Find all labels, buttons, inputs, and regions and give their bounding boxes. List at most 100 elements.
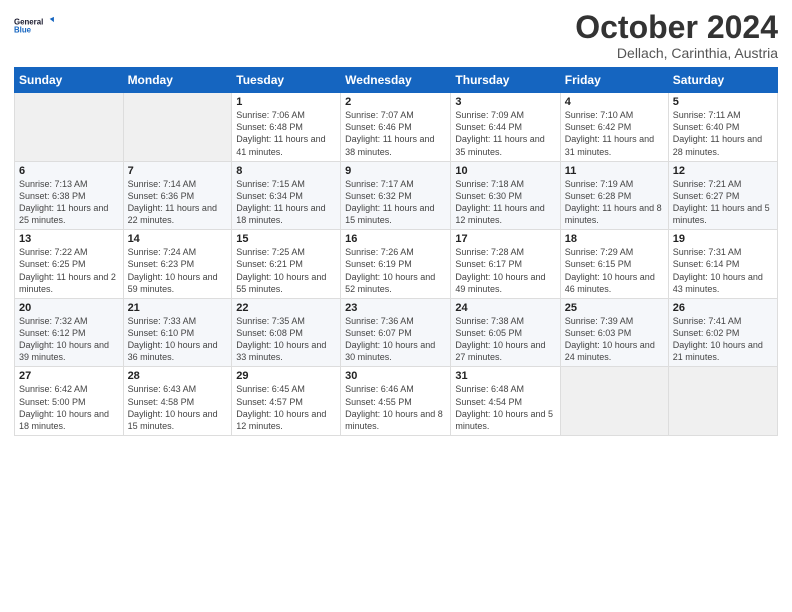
day-number: 21 — [128, 302, 228, 314]
col-thursday: Thursday — [451, 68, 560, 93]
location: Dellach, Carinthia, Austria — [575, 45, 778, 61]
month-title: October 2024 — [575, 10, 778, 45]
calendar-cell: 18Sunrise: 7:29 AM Sunset: 6:15 PM Dayli… — [560, 230, 668, 299]
col-monday: Monday — [123, 68, 232, 93]
day-info: Sunrise: 7:09 AM Sunset: 6:44 PM Dayligh… — [455, 109, 555, 158]
day-info: Sunrise: 6:48 AM Sunset: 4:54 PM Dayligh… — [455, 383, 555, 432]
calendar-cell: 6Sunrise: 7:13 AM Sunset: 6:38 PM Daylig… — [15, 161, 124, 230]
day-info: Sunrise: 7:13 AM Sunset: 6:38 PM Dayligh… — [19, 178, 119, 227]
calendar-cell: 21Sunrise: 7:33 AM Sunset: 6:10 PM Dayli… — [123, 298, 232, 367]
calendar-cell: 26Sunrise: 7:41 AM Sunset: 6:02 PM Dayli… — [668, 298, 777, 367]
day-number: 29 — [236, 370, 336, 382]
day-info: Sunrise: 7:22 AM Sunset: 6:25 PM Dayligh… — [19, 246, 119, 295]
calendar-week-row: 13Sunrise: 7:22 AM Sunset: 6:25 PM Dayli… — [15, 230, 778, 299]
logo: General Blue — [14, 10, 56, 42]
day-number: 10 — [455, 165, 555, 177]
day-info: Sunrise: 7:38 AM Sunset: 6:05 PM Dayligh… — [455, 315, 555, 364]
day-info: Sunrise: 7:19 AM Sunset: 6:28 PM Dayligh… — [565, 178, 664, 227]
col-sunday: Sunday — [15, 68, 124, 93]
day-info: Sunrise: 7:21 AM Sunset: 6:27 PM Dayligh… — [673, 178, 773, 227]
day-info: Sunrise: 7:10 AM Sunset: 6:42 PM Dayligh… — [565, 109, 664, 158]
calendar-cell: 10Sunrise: 7:18 AM Sunset: 6:30 PM Dayli… — [451, 161, 560, 230]
day-number: 28 — [128, 370, 228, 382]
day-number: 31 — [455, 370, 555, 382]
calendar-cell: 22Sunrise: 7:35 AM Sunset: 6:08 PM Dayli… — [232, 298, 341, 367]
logo-icon: General Blue — [14, 10, 56, 42]
calendar-cell: 7Sunrise: 7:14 AM Sunset: 6:36 PM Daylig… — [123, 161, 232, 230]
calendar-cell — [668, 367, 777, 436]
day-number: 8 — [236, 165, 336, 177]
day-info: Sunrise: 6:42 AM Sunset: 5:00 PM Dayligh… — [19, 383, 119, 432]
calendar-cell: 8Sunrise: 7:15 AM Sunset: 6:34 PM Daylig… — [232, 161, 341, 230]
day-info: Sunrise: 7:35 AM Sunset: 6:08 PM Dayligh… — [236, 315, 336, 364]
calendar-table: Sunday Monday Tuesday Wednesday Thursday… — [14, 67, 778, 436]
calendar-cell: 25Sunrise: 7:39 AM Sunset: 6:03 PM Dayli… — [560, 298, 668, 367]
calendar-cell — [123, 93, 232, 162]
calendar-cell: 2Sunrise: 7:07 AM Sunset: 6:46 PM Daylig… — [341, 93, 451, 162]
col-wednesday: Wednesday — [341, 68, 451, 93]
day-info: Sunrise: 6:43 AM Sunset: 4:58 PM Dayligh… — [128, 383, 228, 432]
day-number: 23 — [345, 302, 446, 314]
day-info: Sunrise: 7:25 AM Sunset: 6:21 PM Dayligh… — [236, 246, 336, 295]
day-number: 30 — [345, 370, 446, 382]
calendar-cell: 5Sunrise: 7:11 AM Sunset: 6:40 PM Daylig… — [668, 93, 777, 162]
day-number: 20 — [19, 302, 119, 314]
calendar-cell: 1Sunrise: 7:06 AM Sunset: 6:48 PM Daylig… — [232, 93, 341, 162]
calendar-cell: 16Sunrise: 7:26 AM Sunset: 6:19 PM Dayli… — [341, 230, 451, 299]
col-friday: Friday — [560, 68, 668, 93]
day-info: Sunrise: 6:45 AM Sunset: 4:57 PM Dayligh… — [236, 383, 336, 432]
day-number: 27 — [19, 370, 119, 382]
calendar-header-row: Sunday Monday Tuesday Wednesday Thursday… — [15, 68, 778, 93]
calendar-cell: 30Sunrise: 6:46 AM Sunset: 4:55 PM Dayli… — [341, 367, 451, 436]
calendar-cell: 17Sunrise: 7:28 AM Sunset: 6:17 PM Dayli… — [451, 230, 560, 299]
day-number: 7 — [128, 165, 228, 177]
svg-text:Blue: Blue — [14, 26, 32, 35]
day-number: 6 — [19, 165, 119, 177]
day-number: 3 — [455, 96, 555, 108]
calendar-cell: 29Sunrise: 6:45 AM Sunset: 4:57 PM Dayli… — [232, 367, 341, 436]
day-number: 9 — [345, 165, 446, 177]
calendar-cell: 27Sunrise: 6:42 AM Sunset: 5:00 PM Dayli… — [15, 367, 124, 436]
calendar-cell: 20Sunrise: 7:32 AM Sunset: 6:12 PM Dayli… — [15, 298, 124, 367]
calendar-cell: 3Sunrise: 7:09 AM Sunset: 6:44 PM Daylig… — [451, 93, 560, 162]
day-info: Sunrise: 7:26 AM Sunset: 6:19 PM Dayligh… — [345, 246, 446, 295]
day-number: 12 — [673, 165, 773, 177]
day-info: Sunrise: 6:46 AM Sunset: 4:55 PM Dayligh… — [345, 383, 446, 432]
day-info: Sunrise: 7:06 AM Sunset: 6:48 PM Dayligh… — [236, 109, 336, 158]
calendar-cell: 24Sunrise: 7:38 AM Sunset: 6:05 PM Dayli… — [451, 298, 560, 367]
day-number: 4 — [565, 96, 664, 108]
day-info: Sunrise: 7:39 AM Sunset: 6:03 PM Dayligh… — [565, 315, 664, 364]
calendar-week-row: 6Sunrise: 7:13 AM Sunset: 6:38 PM Daylig… — [15, 161, 778, 230]
day-number: 14 — [128, 233, 228, 245]
day-info: Sunrise: 7:07 AM Sunset: 6:46 PM Dayligh… — [345, 109, 446, 158]
day-info: Sunrise: 7:33 AM Sunset: 6:10 PM Dayligh… — [128, 315, 228, 364]
day-number: 26 — [673, 302, 773, 314]
calendar-cell: 19Sunrise: 7:31 AM Sunset: 6:14 PM Dayli… — [668, 230, 777, 299]
calendar-cell: 13Sunrise: 7:22 AM Sunset: 6:25 PM Dayli… — [15, 230, 124, 299]
calendar-week-row: 1Sunrise: 7:06 AM Sunset: 6:48 PM Daylig… — [15, 93, 778, 162]
day-info: Sunrise: 7:32 AM Sunset: 6:12 PM Dayligh… — [19, 315, 119, 364]
calendar-cell — [560, 367, 668, 436]
day-info: Sunrise: 7:15 AM Sunset: 6:34 PM Dayligh… — [236, 178, 336, 227]
day-number: 25 — [565, 302, 664, 314]
day-info: Sunrise: 7:36 AM Sunset: 6:07 PM Dayligh… — [345, 315, 446, 364]
day-info: Sunrise: 7:24 AM Sunset: 6:23 PM Dayligh… — [128, 246, 228, 295]
day-info: Sunrise: 7:17 AM Sunset: 6:32 PM Dayligh… — [345, 178, 446, 227]
day-info: Sunrise: 7:11 AM Sunset: 6:40 PM Dayligh… — [673, 109, 773, 158]
col-saturday: Saturday — [668, 68, 777, 93]
calendar-week-row: 20Sunrise: 7:32 AM Sunset: 6:12 PM Dayli… — [15, 298, 778, 367]
day-info: Sunrise: 7:41 AM Sunset: 6:02 PM Dayligh… — [673, 315, 773, 364]
calendar-cell: 28Sunrise: 6:43 AM Sunset: 4:58 PM Dayli… — [123, 367, 232, 436]
day-number: 22 — [236, 302, 336, 314]
calendar-cell: 14Sunrise: 7:24 AM Sunset: 6:23 PM Dayli… — [123, 230, 232, 299]
day-info: Sunrise: 7:18 AM Sunset: 6:30 PM Dayligh… — [455, 178, 555, 227]
day-info: Sunrise: 7:29 AM Sunset: 6:15 PM Dayligh… — [565, 246, 664, 295]
day-number: 19 — [673, 233, 773, 245]
calendar-cell: 31Sunrise: 6:48 AM Sunset: 4:54 PM Dayli… — [451, 367, 560, 436]
day-number: 15 — [236, 233, 336, 245]
col-tuesday: Tuesday — [232, 68, 341, 93]
day-number: 2 — [345, 96, 446, 108]
calendar-cell: 11Sunrise: 7:19 AM Sunset: 6:28 PM Dayli… — [560, 161, 668, 230]
calendar-cell: 4Sunrise: 7:10 AM Sunset: 6:42 PM Daylig… — [560, 93, 668, 162]
day-info: Sunrise: 7:28 AM Sunset: 6:17 PM Dayligh… — [455, 246, 555, 295]
